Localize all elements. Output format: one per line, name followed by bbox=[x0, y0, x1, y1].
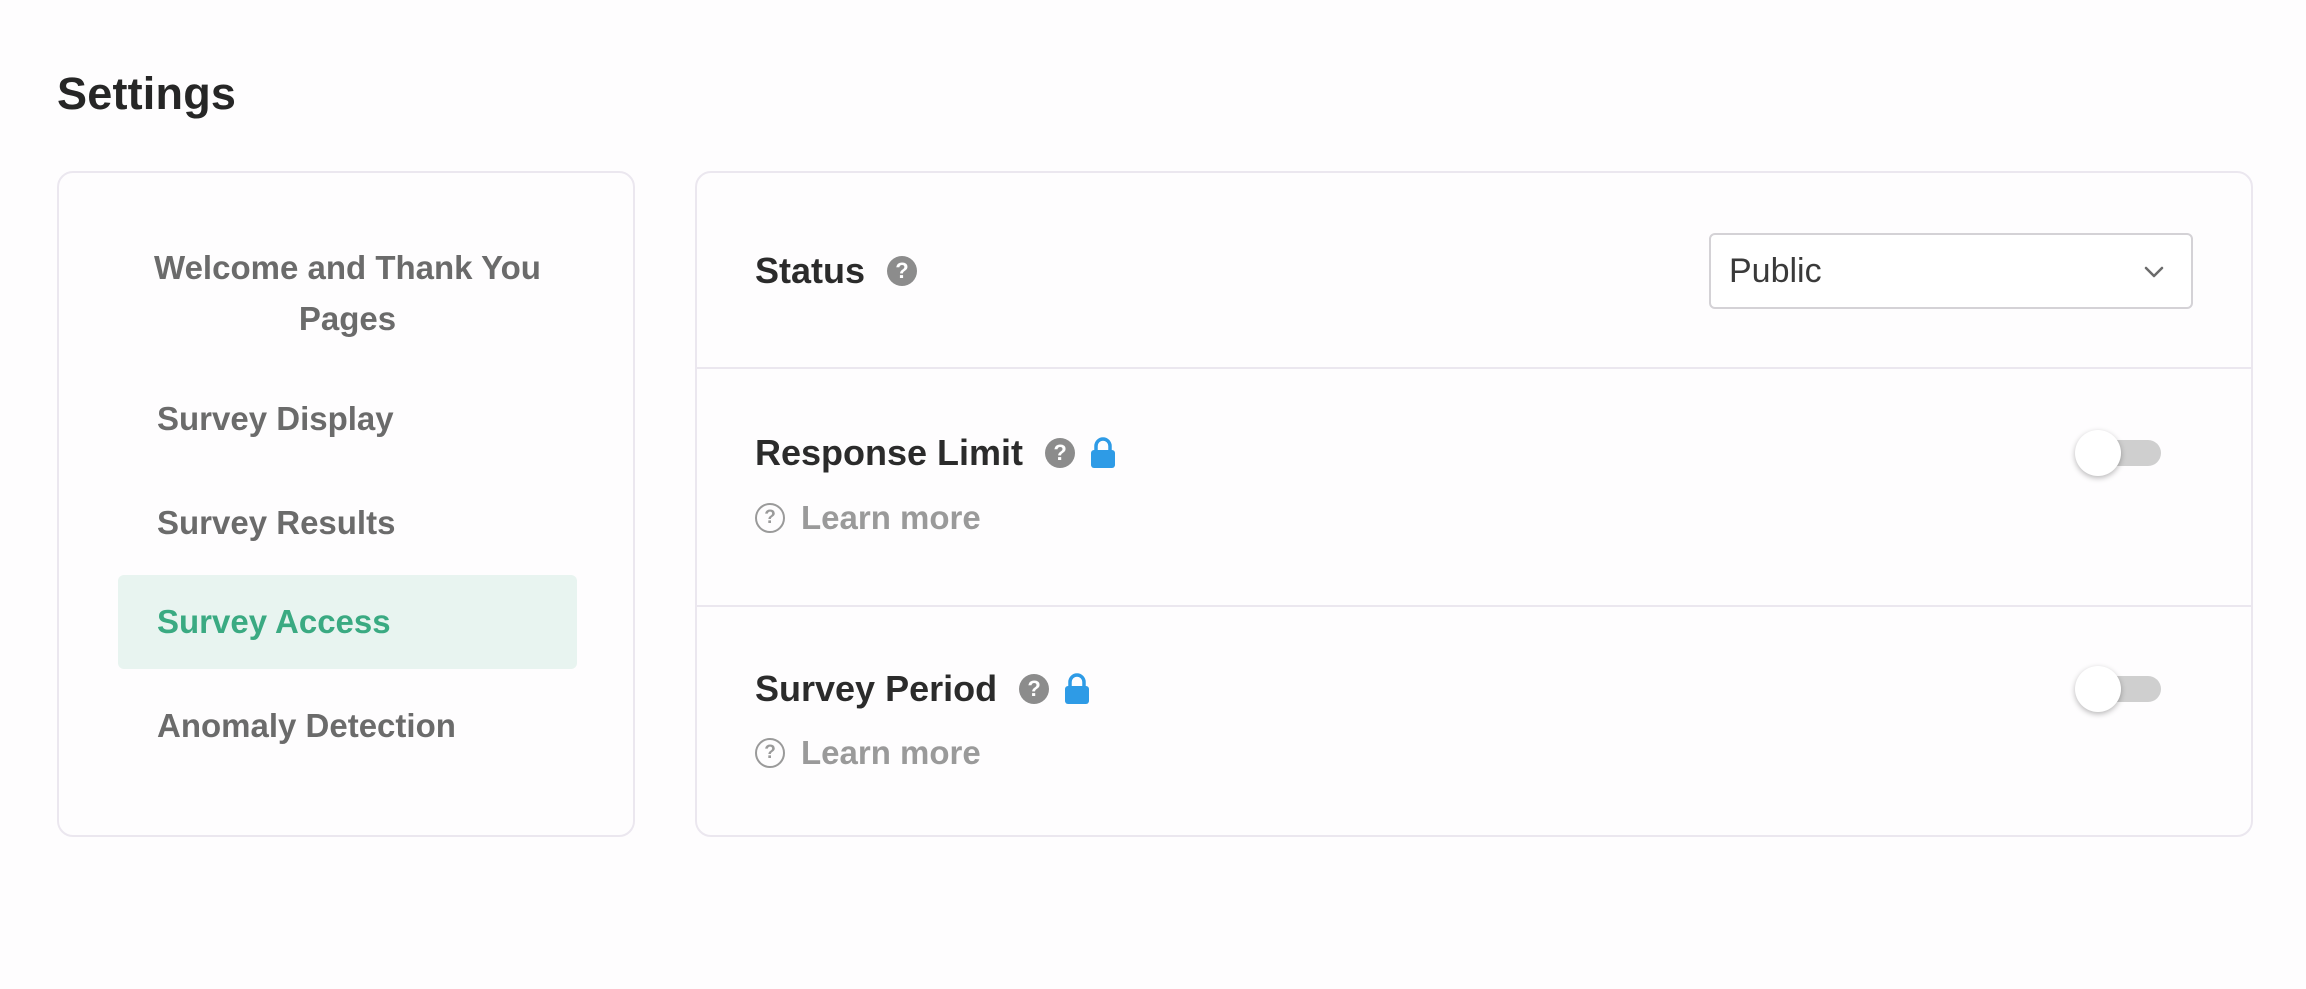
chevron-down-icon bbox=[2144, 266, 2164, 278]
response-limit-toggle[interactable] bbox=[2075, 430, 2163, 476]
page-title: Settings bbox=[57, 68, 237, 119]
help-icon[interactable]: ? bbox=[1045, 438, 1076, 468]
response-limit-label: Response Limit bbox=[755, 432, 1024, 473]
sidebar-item-survey-display[interactable]: Survey Display bbox=[118, 372, 577, 466]
status-select-value: Public bbox=[1729, 251, 1822, 290]
lock-icon bbox=[1065, 673, 1090, 704]
sidebar-item-anomaly-detection[interactable]: Anomaly Detection bbox=[118, 679, 577, 773]
response-limit-label-group: Response Limit ? bbox=[755, 427, 1117, 479]
help-icon[interactable]: ? bbox=[887, 256, 918, 286]
help-icon[interactable]: ? bbox=[1019, 674, 1050, 704]
sidebar-item-survey-access[interactable]: Survey Access bbox=[118, 575, 577, 669]
toggle-knob bbox=[2075, 666, 2121, 712]
status-label-group: Status ? bbox=[755, 245, 918, 297]
toggle-knob bbox=[2075, 430, 2121, 476]
question-circle-icon: ? bbox=[755, 738, 785, 768]
status-row: Status ? Public bbox=[697, 173, 2251, 367]
survey-period-label-group: Survey Period ? bbox=[755, 663, 1091, 715]
survey-period-label: Survey Period bbox=[755, 668, 998, 709]
response-limit-row: Response Limit ? ? Learn more bbox=[697, 369, 2251, 605]
survey-period-row: Survey Period ? ? Learn more bbox=[697, 607, 2251, 837]
lock-icon bbox=[1091, 437, 1116, 468]
survey-period-toggle[interactable] bbox=[2075, 666, 2163, 712]
sidebar-item-welcome-thank-you[interactable]: Welcome and Thank You Pages bbox=[118, 239, 577, 347]
settings-panel: Status ? Public Response Limit ? ? Learn… bbox=[695, 171, 2253, 837]
settings-sidebar: Welcome and Thank You Pages Survey Displ… bbox=[57, 171, 635, 837]
status-label: Status bbox=[755, 250, 866, 291]
learn-more-text: Learn more bbox=[801, 499, 981, 536]
question-circle-icon: ? bbox=[755, 503, 785, 533]
survey-period-learn-more-link[interactable]: ? Learn more bbox=[755, 729, 981, 777]
response-limit-learn-more-link[interactable]: ? Learn more bbox=[755, 494, 981, 542]
status-select[interactable]: Public bbox=[1709, 233, 2193, 309]
learn-more-text: Learn more bbox=[801, 734, 981, 771]
sidebar-item-survey-results[interactable]: Survey Results bbox=[118, 476, 577, 570]
